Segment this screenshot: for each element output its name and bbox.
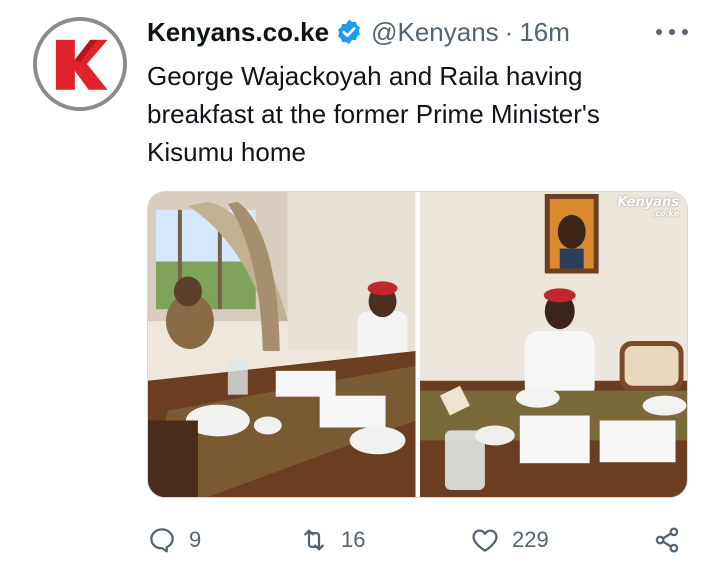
like-count: 229	[512, 527, 549, 552]
more-dot-icon	[656, 29, 662, 35]
tweet-header: Kenyans.co.ke @Kenyans · 16m	[147, 14, 570, 50]
retweet-count: 16	[341, 527, 366, 552]
kenyans-logo-icon	[37, 21, 123, 107]
photo-right[interactable]: Kenyans .co.ke	[419, 192, 687, 497]
action-bar: 9 16 229	[147, 522, 692, 558]
watermark-sub: .co.ke	[652, 209, 679, 218]
reply-icon	[150, 528, 174, 553]
share-icon	[655, 527, 679, 553]
display-name[interactable]: Kenyans.co.ke	[147, 17, 329, 48]
separator-dot: ·	[504, 16, 514, 47]
breakfast-photo-1	[148, 192, 416, 497]
heart-icon	[472, 529, 498, 552]
timestamp[interactable]: 16m	[519, 17, 570, 48]
more-dot-icon	[669, 29, 675, 35]
breakfast-photo-2	[419, 192, 687, 497]
more-dot-icon	[682, 29, 688, 35]
handle[interactable]: @Kenyans	[371, 17, 499, 48]
share-button[interactable]	[652, 522, 682, 558]
watermark: Kenyans .co.ke	[617, 196, 679, 218]
retweet-button[interactable]: 16	[299, 522, 365, 558]
photo-left[interactable]	[148, 192, 416, 497]
like-button[interactable]: 229	[470, 522, 549, 558]
reply-button[interactable]: 9	[147, 522, 201, 558]
retweet-icon	[304, 529, 324, 551]
media-grid: Kenyans .co.ke	[147, 191, 688, 498]
avatar[interactable]	[33, 17, 127, 111]
tweet-text: George Wajackoyah and Raila having break…	[147, 61, 600, 167]
watermark-main: Kenyans	[617, 195, 679, 210]
reply-count: 9	[189, 527, 202, 552]
more-options-button[interactable]	[652, 20, 692, 44]
verified-badge-icon	[338, 19, 361, 45]
